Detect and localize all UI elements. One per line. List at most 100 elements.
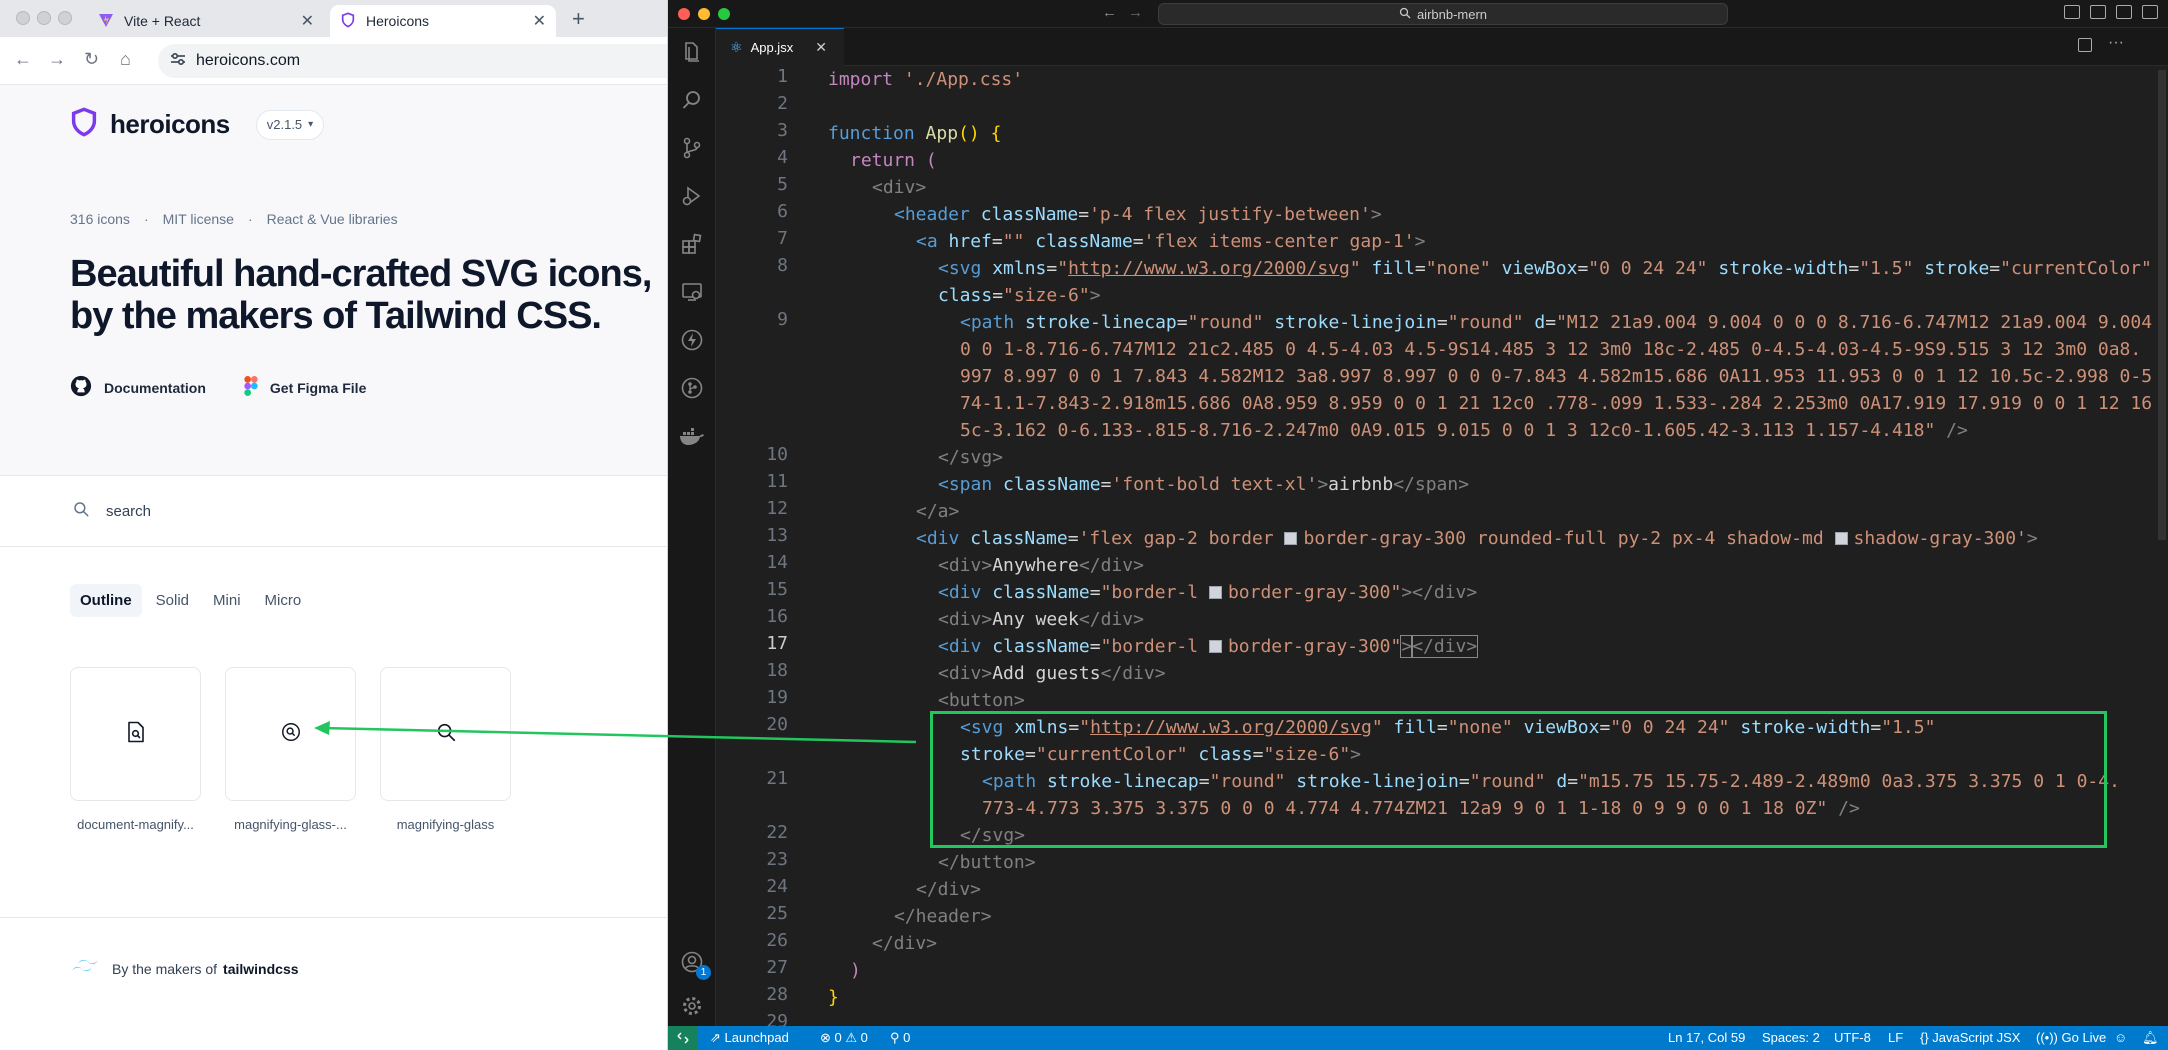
launchpad-item[interactable]: ⇗ Launchpad bbox=[710, 1030, 789, 1046]
home-icon[interactable]: ⌂ bbox=[120, 49, 131, 70]
editor-tab-app-jsx[interactable]: ⚛ App.jsx ✕ bbox=[716, 28, 844, 66]
reload-icon[interactable]: ↻ bbox=[84, 49, 99, 70]
browser-tab-heroicons[interactable]: Heroicons ✕ bbox=[330, 5, 556, 37]
close-tab-icon[interactable]: ✕ bbox=[815, 39, 827, 56]
version-selector[interactable]: v2.1.5 ▾ bbox=[255, 109, 325, 140]
code-line: <div> bbox=[872, 174, 926, 201]
icon-card-magnifying-glass[interactable] bbox=[380, 667, 511, 801]
toggle-secondary-sidebar-icon[interactable] bbox=[2116, 5, 2132, 19]
nav-forward-icon[interactable]: → bbox=[1128, 4, 1143, 21]
code-link[interactable]: http://www.w3.org/2000/svg bbox=[1090, 717, 1372, 738]
settings-icon[interactable] bbox=[668, 986, 716, 1026]
split-editor-icon[interactable] bbox=[2078, 38, 2092, 52]
browser-tab-vite[interactable]: Vite + React ✕ bbox=[88, 5, 324, 37]
icon-card-magnifying-glass-circle[interactable] bbox=[225, 667, 356, 801]
line-number: 25 bbox=[766, 903, 788, 924]
line-number: 10 bbox=[766, 444, 788, 465]
heroicons-logo[interactable]: heroicons v2.1.5 ▾ bbox=[70, 107, 325, 142]
lightning-icon[interactable] bbox=[668, 320, 716, 360]
code-line: </button> bbox=[938, 849, 1036, 876]
code-link[interactable]: http://www.w3.org/2000/svg bbox=[1068, 258, 1350, 279]
new-tab-icon[interactable]: + bbox=[572, 6, 585, 32]
language-mode[interactable]: {} JavaScript JSX bbox=[1920, 1030, 2020, 1045]
nav-back-icon[interactable]: ← bbox=[1102, 4, 1117, 21]
line-number: 11 bbox=[766, 471, 788, 492]
url-text[interactable]: heroicons.com bbox=[196, 52, 300, 70]
ports-item[interactable]: ⚲ 0 bbox=[890, 1030, 910, 1046]
line-number: 17 bbox=[766, 633, 788, 654]
color-swatch[interactable] bbox=[1834, 532, 1848, 545]
color-swatch[interactable] bbox=[1208, 640, 1222, 653]
extensions-icon[interactable] bbox=[668, 224, 716, 264]
code-token: > bbox=[1414, 231, 1426, 252]
window-minimize-dot[interactable] bbox=[37, 11, 51, 25]
code-line: </div> bbox=[872, 930, 937, 957]
scrollbar-thumb[interactable] bbox=[2158, 70, 2166, 540]
notifications-bell-icon[interactable]: 🔔︎ bbox=[2142, 1030, 2159, 1046]
code-editor[interactable]: 1 2 3 4 5 6 7 8 9 10 11 12 13 14 15 16 1… bbox=[716, 66, 2163, 1032]
code-token: = bbox=[1577, 258, 1589, 279]
color-swatch[interactable] bbox=[1208, 586, 1222, 599]
tab-mini[interactable]: Mini bbox=[203, 584, 251, 617]
customize-layout-icon[interactable] bbox=[2142, 5, 2158, 19]
encoding[interactable]: UTF-8 bbox=[1834, 1030, 1871, 1045]
code-token: d bbox=[1545, 771, 1568, 792]
code-line: 5c-3.162 0-6.133-.815-8.716-2.247m0 0A9.… bbox=[960, 417, 1968, 444]
close-tab-icon[interactable]: ✕ bbox=[533, 11, 546, 31]
window-close-dot[interactable] bbox=[16, 11, 30, 25]
figma-link[interactable]: Get Figma File bbox=[244, 375, 366, 400]
icon-search-bar[interactable]: search bbox=[0, 475, 667, 547]
remote-explorer-icon[interactable] bbox=[668, 272, 716, 312]
close-tab-icon[interactable]: ✕ bbox=[301, 11, 314, 31]
color-swatch[interactable] bbox=[1284, 532, 1298, 545]
address-bar-row: ← → ↻ ⌂ heroicons.com bbox=[0, 37, 667, 85]
site-settings-icon[interactable] bbox=[170, 52, 186, 71]
toggle-sidebar-icon[interactable] bbox=[2064, 5, 2080, 19]
warning-count: 0 bbox=[860, 1030, 868, 1045]
documentation-link[interactable]: Documentation bbox=[70, 375, 206, 400]
code-line: ) bbox=[850, 957, 861, 984]
search-input[interactable]: search bbox=[106, 503, 151, 520]
gitlens-icon[interactable] bbox=[668, 368, 716, 408]
forward-arrow-icon[interactable]: → bbox=[48, 49, 66, 70]
go-live-button[interactable]: ((•)) Go Live bbox=[2036, 1030, 2106, 1045]
docker-icon[interactable] bbox=[668, 416, 716, 456]
url-field[interactable]: heroicons.com bbox=[158, 44, 667, 78]
more-actions-icon[interactable]: ··· bbox=[2108, 34, 2124, 52]
tab-outline[interactable]: Outline bbox=[70, 584, 142, 617]
window-zoom-dot[interactable] bbox=[58, 11, 72, 25]
explorer-icon[interactable] bbox=[668, 32, 716, 72]
icon-name: magnifying-glass-... bbox=[234, 817, 347, 832]
window-minimize-dot[interactable] bbox=[698, 8, 710, 20]
tab-micro[interactable]: Micro bbox=[255, 584, 312, 617]
indentation[interactable]: Spaces: 2 bbox=[1762, 1030, 1820, 1045]
code-token: > bbox=[1089, 285, 1101, 306]
code-token: 'p-4 flex justify-between' bbox=[1089, 204, 1371, 225]
account-icon[interactable]: 1 bbox=[668, 942, 716, 982]
tab-title: Vite + React bbox=[124, 13, 201, 29]
activity-bar: 1 bbox=[668, 28, 716, 1026]
code-token: viewBox bbox=[1490, 258, 1578, 279]
broadcast-icon: ((•)) bbox=[2036, 1030, 2062, 1045]
command-center[interactable]: airbnb-mern bbox=[1158, 3, 1728, 25]
cursor-position[interactable]: Ln 17, Col 59 bbox=[1668, 1030, 1745, 1045]
run-debug-icon[interactable] bbox=[668, 176, 716, 216]
source-control-icon[interactable] bbox=[668, 128, 716, 168]
window-close-dot[interactable] bbox=[678, 8, 690, 20]
copilot-icon[interactable]: ☺ bbox=[2114, 1030, 2127, 1045]
icon-card-document-magnifying-glass[interactable] bbox=[70, 667, 201, 801]
line-ending[interactable]: LF bbox=[1888, 1030, 1903, 1045]
code-token: stroke-linecap bbox=[1036, 771, 1199, 792]
back-arrow-icon[interactable]: ← bbox=[14, 49, 32, 70]
vscode-title-bar: ← → airbnb-mern bbox=[668, 0, 2168, 28]
search-icon[interactable] bbox=[668, 80, 716, 120]
code-token: class bbox=[938, 285, 993, 306]
tab-solid[interactable]: Solid bbox=[146, 584, 199, 617]
footer-credit[interactable]: By the makers of tailwindcss bbox=[70, 958, 299, 979]
document-magnifying-glass-icon bbox=[126, 721, 146, 748]
toggle-panel-icon[interactable] bbox=[2090, 5, 2106, 19]
problems-item[interactable]: ⊗ 0 ⚠ 0 bbox=[820, 1030, 868, 1046]
remote-indicator-icon[interactable] bbox=[668, 1026, 698, 1050]
window-zoom-dot[interactable] bbox=[718, 8, 730, 20]
code-line: <path stroke-linecap="round" stroke-line… bbox=[982, 768, 2120, 795]
